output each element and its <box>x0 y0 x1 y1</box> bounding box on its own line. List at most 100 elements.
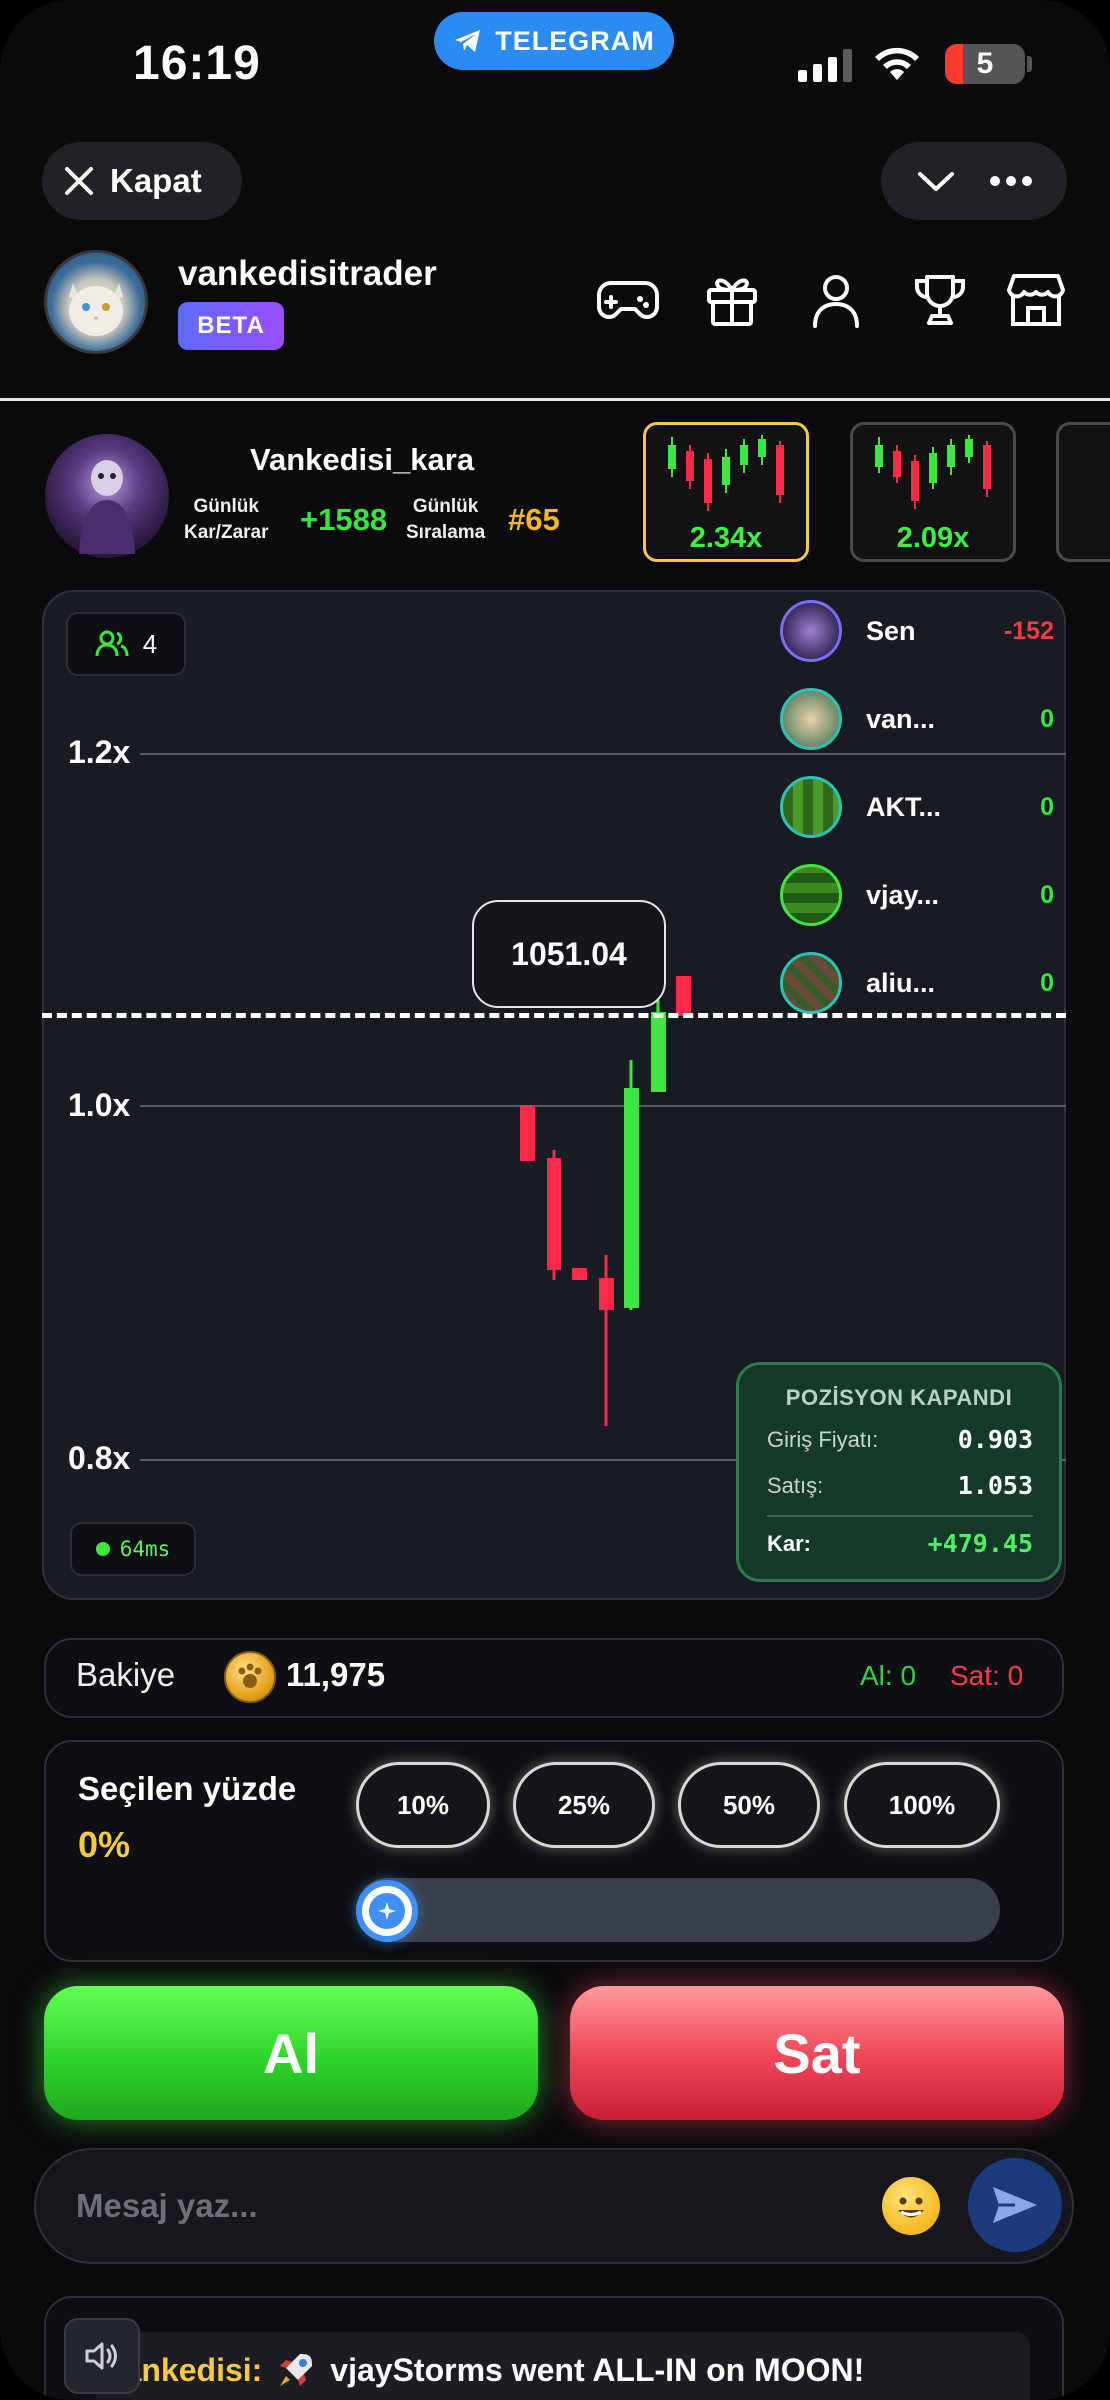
games-icon[interactable] <box>592 264 664 336</box>
buy-button[interactable]: Al <box>44 1986 538 2120</box>
player-row[interactable]: AKT... 0 <box>780 772 1060 842</box>
exit-price-label: Satış: <box>767 1472 824 1498</box>
app-screen: 16:19 TELEGRAM 5 Kapat vankedisitrader B… <box>0 0 1110 2400</box>
round-multiplier: 2.09x <box>896 522 970 554</box>
users-icon <box>95 630 129 657</box>
latency-indicator: 64ms <box>70 1522 196 1576</box>
exit-price-value: 1.053 <box>957 1471 1033 1500</box>
percent-slider[interactable] <box>356 1878 1000 1942</box>
sparkle-icon <box>378 1902 396 1920</box>
percent-50-button[interactable]: 50% <box>678 1762 820 1848</box>
round-multiplier: 2.34x <box>689 522 763 554</box>
user-avatar[interactable] <box>44 250 148 354</box>
close-icon <box>65 167 93 195</box>
player-value: 0 <box>1040 704 1054 733</box>
header-divider <box>0 398 1110 401</box>
player-row[interactable]: vjay... 0 <box>780 860 1060 930</box>
profile-icon[interactable] <box>800 264 872 336</box>
candle <box>599 1278 614 1310</box>
rank-label: Günlük Sıralama <box>406 496 486 543</box>
y-axis-label: 1.0x <box>68 1087 131 1123</box>
sell-count: Sat: 0 <box>950 1660 1024 1691</box>
signal-icon <box>798 48 852 82</box>
buy-count: Al: 0 <box>860 1660 917 1691</box>
candle <box>520 1105 535 1161</box>
candle <box>651 1012 666 1092</box>
gift-icon[interactable] <box>696 264 768 336</box>
status-time: 16:19 <box>133 37 261 90</box>
player-value: 0 <box>1040 792 1054 821</box>
slider-thumb[interactable] <box>356 1880 418 1942</box>
profit-label: Kar: <box>767 1530 812 1556</box>
telegram-icon <box>455 30 481 52</box>
balance-value: 11,975 <box>286 1656 386 1693</box>
emoji-icon[interactable] <box>882 2177 940 2235</box>
beta-badge: BETA <box>178 302 284 350</box>
latency-value: 64ms <box>119 1537 171 1561</box>
close-label: Kapat <box>110 162 202 199</box>
status-dot-icon <box>95 1542 110 1556</box>
trader-name: Vankedisi_kara <box>250 442 475 477</box>
send-button[interactable] <box>968 2158 1062 2252</box>
candle <box>676 976 691 1016</box>
player-avatar <box>780 952 842 1014</box>
entry-price-value: 0.903 <box>957 1425 1033 1454</box>
trophy-icon[interactable] <box>904 264 976 336</box>
message-input[interactable] <box>76 2178 856 2234</box>
round-card[interactable]: 2.34x <box>643 422 809 562</box>
position-closed-title: POZİSYON KAPANDI <box>785 1385 1013 1410</box>
daily-rank-value: #65 <box>508 502 560 537</box>
entry-price-label: Giriş Fiyatı: <box>767 1426 879 1452</box>
percent-title: Seçilen yüzde <box>78 1770 297 1807</box>
more-icon[interactable] <box>989 175 1033 187</box>
player-name: van... <box>866 703 936 734</box>
battery-icon: 5 <box>945 44 1025 84</box>
y-axis-label: 0.8x <box>68 1440 131 1476</box>
player-value: -152 <box>1003 616 1054 645</box>
player-name: Sen <box>866 615 916 646</box>
player-avatar <box>780 864 842 926</box>
sound-toggle[interactable] <box>64 2318 140 2394</box>
username: vankedisitrader <box>178 254 437 293</box>
candle <box>572 1268 587 1280</box>
coin-icon <box>224 1651 276 1703</box>
candle <box>547 1158 561 1270</box>
online-count: 4 <box>142 628 158 659</box>
wifi-icon <box>875 47 919 80</box>
online-users: 4 <box>66 612 186 676</box>
ticker-text: vjayStorms went ALL-IN on MOON! <box>330 2351 865 2388</box>
percent-10-button[interactable]: 10% <box>356 1762 490 1848</box>
player-name: vjay... <box>866 879 940 910</box>
candles <box>520 976 691 1426</box>
pnl-label: Günlük Kar/Zarar <box>184 496 269 543</box>
menu-button[interactable] <box>881 142 1067 220</box>
rocket-icon <box>280 2354 313 2386</box>
close-button[interactable]: Kapat <box>42 142 242 220</box>
round-card[interactable]: 2.09x <box>850 422 1016 562</box>
player-value: 0 <box>1040 968 1054 997</box>
current-price: 1051.04 <box>472 900 666 1008</box>
player-row[interactable]: aliu... 0 <box>780 948 1060 1018</box>
candle <box>624 1088 639 1308</box>
daily-pnl-value: +1588 <box>300 502 388 537</box>
balance-label: Bakiye <box>76 1656 176 1693</box>
player-name: aliu... <box>866 967 936 998</box>
profit-value: +479.45 <box>927 1529 1033 1558</box>
player-row[interactable]: van... 0 <box>780 684 1060 754</box>
player-value: 0 <box>1040 880 1054 909</box>
sell-button[interactable]: Sat <box>570 1986 1064 2120</box>
round-card[interactable] <box>1056 422 1110 562</box>
speaker-icon <box>85 2342 117 2370</box>
percent-100-button[interactable]: 100% <box>844 1762 1000 1848</box>
player-avatar <box>780 776 842 838</box>
telegram-label: TELEGRAM <box>495 25 655 56</box>
chevron-down-icon[interactable] <box>916 168 956 194</box>
telegram-pill[interactable]: TELEGRAM <box>434 12 674 70</box>
percent-25-button[interactable]: 25% <box>513 1762 655 1848</box>
trader-avatar[interactable] <box>45 434 169 558</box>
player-name: AKT... <box>866 791 942 822</box>
shop-icon[interactable] <box>1000 264 1072 336</box>
player-row[interactable]: Sen -152 <box>780 596 1060 666</box>
player-avatar <box>780 600 842 662</box>
percent-value: 0% <box>78 1824 131 1865</box>
